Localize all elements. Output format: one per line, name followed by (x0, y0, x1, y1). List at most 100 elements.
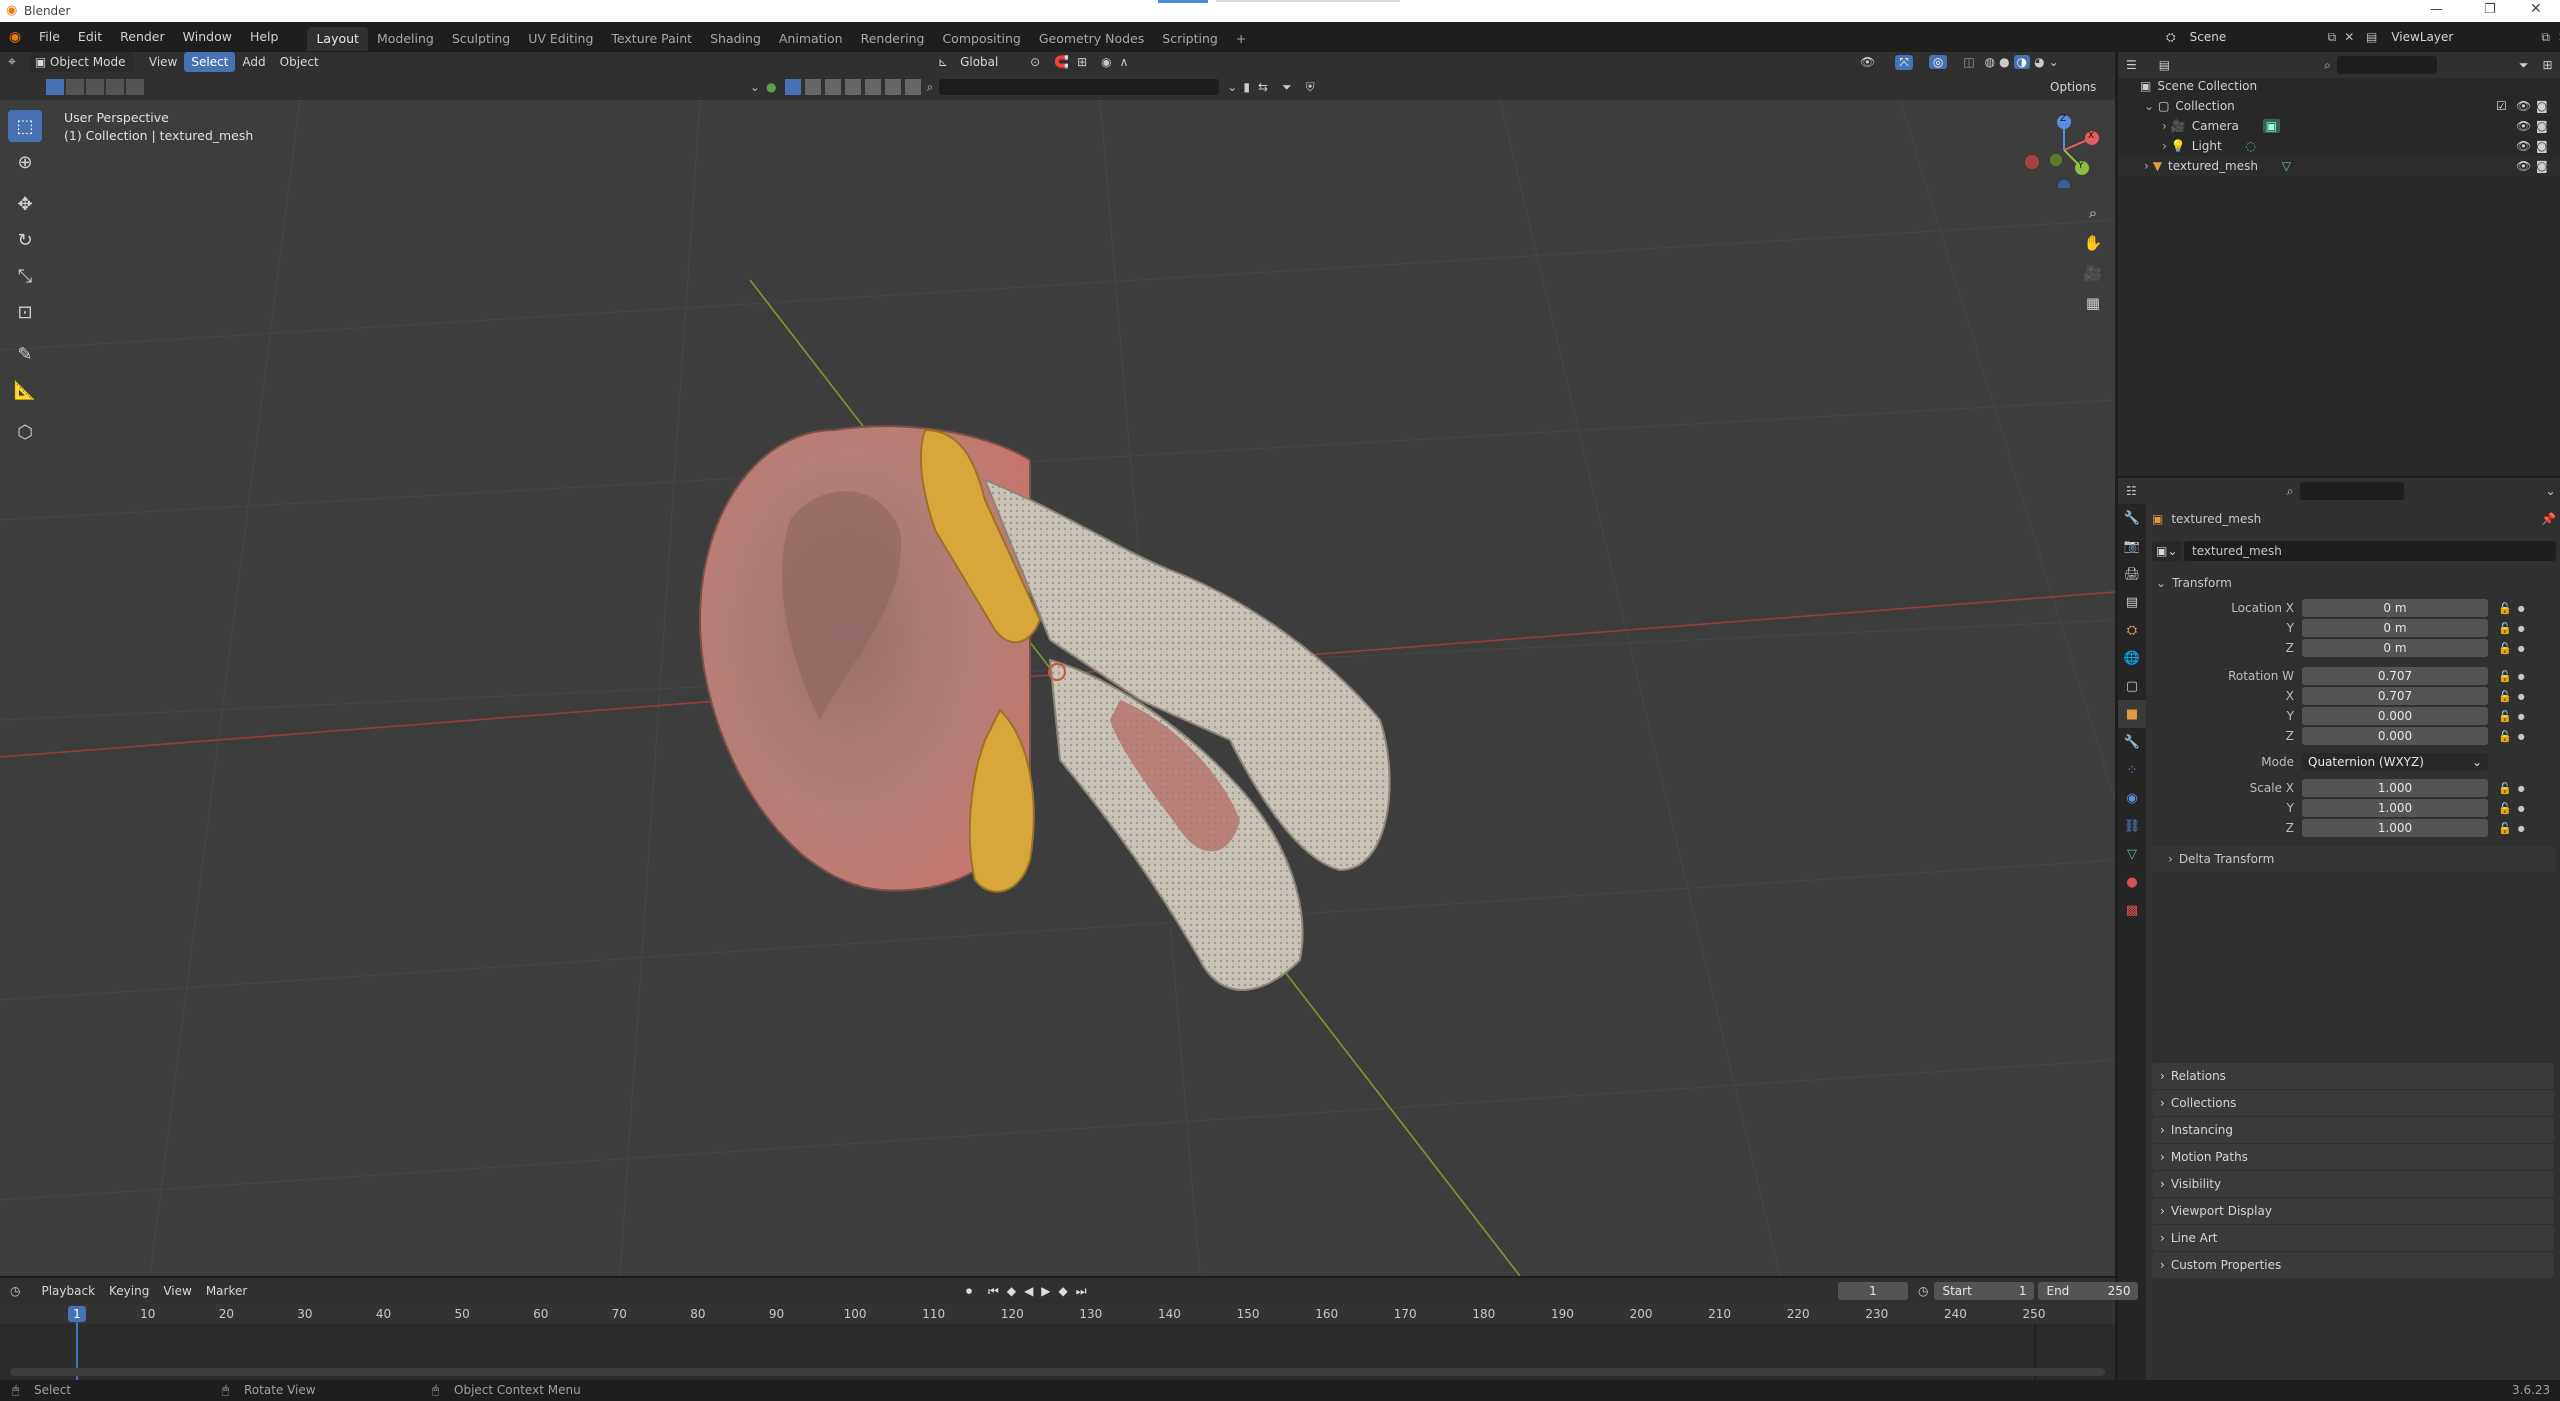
jump-start-icon[interactable]: ⏮ (988, 1284, 999, 1299)
panel-relations[interactable]: › Relations (2152, 1063, 2554, 1089)
shading-wireframe-icon[interactable]: ◍ (1985, 55, 1995, 69)
output-tab-icon[interactable]: 🖨 (2118, 560, 2146, 588)
outliner-editor-type-icon[interactable]: ☰ (2126, 58, 2137, 72)
lock-icon[interactable]: 🔓 (2498, 642, 2512, 655)
camera-data-icon[interactable]: ▣ (2262, 119, 2281, 133)
transform-icon[interactable]: ⊡ (8, 296, 42, 328)
location-z-field[interactable]: 0 m (2302, 639, 2488, 657)
rotation-y-field[interactable]: 0.000 (2302, 707, 2488, 725)
outliner-item-textured-mesh[interactable]: › ▼ textured_mesh ▽ 👁 ◙ (2118, 156, 2560, 176)
eye-icon[interactable]: 👁 (2516, 116, 2531, 136)
measure-icon[interactable]: 📐 (8, 374, 42, 406)
rotation-x-field[interactable]: 0.707 (2302, 687, 2488, 705)
outliner-item-light[interactable]: › 💡 Light ◌ 👁 ◙ (2118, 136, 2560, 156)
camera-render-icon[interactable]: ◙ (2536, 156, 2548, 176)
constraints-tab-icon[interactable]: ⛓ (2118, 812, 2146, 840)
end-frame-field[interactable]: End 250 (2038, 1282, 2139, 1300)
keyframe-dot-icon[interactable]: ● (2518, 824, 2525, 833)
object-tab-icon[interactable]: ■ (2118, 700, 2146, 728)
menu-timeline-view[interactable]: View (156, 1281, 198, 1301)
3d-viewport[interactable]: User Perspective (1) Collection | textur… (0, 100, 2115, 1276)
panel-custom-properties[interactable]: › Custom Properties (2152, 1252, 2554, 1278)
camera-render-icon[interactable]: ◙ (2536, 136, 2548, 156)
properties-editor-type-icon[interactable]: ☷ (2126, 484, 2137, 498)
data-tab-icon[interactable]: ▽ (2118, 840, 2146, 868)
gizmo-toggle-icon[interactable]: ⤧ (1895, 54, 1913, 70)
cursor-icon[interactable]: ⊕ (8, 146, 42, 178)
keyframe-dot-icon[interactable]: ● (2518, 784, 2525, 793)
restore-icon[interactable]: ❐ (2484, 2, 2496, 17)
location-x-field[interactable]: 0 m (2302, 599, 2488, 617)
expand-arrow-icon[interactable]: › (2144, 159, 2149, 173)
object-name-field[interactable]: textured_mesh (2184, 541, 2556, 561)
lock-icon[interactable]: 🔓 (2498, 822, 2512, 835)
object-type-text-icon[interactable] (864, 79, 881, 95)
select-invert-icon[interactable] (106, 79, 124, 95)
outliner-item-collection[interactable]: ⌄ ▢ Collection ☑ 👁 ◙ (2118, 96, 2560, 116)
timeline-scrollbar[interactable] (10, 1368, 2105, 1376)
view-layer-new-icon[interactable]: ⧉ (2541, 30, 2550, 45)
start-frame-field[interactable]: Start 1 (1934, 1282, 2035, 1300)
select-subtract-icon[interactable] (86, 79, 104, 95)
texture-tab-icon[interactable]: ▩ (2118, 896, 2146, 924)
lock-icon[interactable]: 🔓 (2498, 690, 2512, 703)
panel-line-art[interactable]: › Line Art (2152, 1225, 2554, 1251)
location-y-field[interactable]: 0 m (2302, 619, 2488, 637)
object-type-camera-icon[interactable] (904, 79, 921, 95)
lock-icon[interactable]: 🔓 (2498, 782, 2512, 795)
zoom-icon[interactable]: ⌕ (2080, 198, 2106, 228)
tab-compositing[interactable]: Compositing (933, 27, 1029, 51)
expand-arrow-icon[interactable]: › (2162, 139, 2167, 153)
object-type-mesh-icon[interactable] (784, 79, 801, 95)
lock-icon[interactable]: 🔓 (2498, 802, 2512, 815)
particles-tab-icon[interactable]: ⁘ (2118, 756, 2146, 784)
scale-z-field[interactable]: 1.000 (2302, 819, 2488, 837)
render-tab-icon[interactable]: 📷 (2118, 532, 2146, 560)
outliner-search-input[interactable] (2336, 56, 2437, 74)
timeline-ruler[interactable]: 1 10 20 30 40 50 60 70 80 90 100 110 120 130 140 150 160… (0, 1304, 2115, 1380)
rotation-w-field[interactable]: 0.707 (2302, 667, 2488, 685)
record-icon[interactable]: ⏺ (966, 1284, 972, 1299)
minimize-icon[interactable]: — (2430, 2, 2443, 17)
filter-icon[interactable]: ⏷ (1282, 80, 1292, 95)
view-layer-selector[interactable]: ViewLayer (2383, 27, 2534, 47)
menu-add[interactable]: Add (235, 52, 272, 72)
menu-window[interactable]: Window (174, 22, 241, 52)
pan-hand-icon[interactable]: ✋ (2080, 228, 2106, 258)
collapse-arrow-icon[interactable]: ⌄ (750, 80, 760, 94)
rotation-z-field[interactable]: 0.000 (2302, 727, 2488, 745)
tab-shading[interactable]: Shading (701, 27, 770, 51)
scene-new-icon[interactable]: ⧉ (2328, 30, 2337, 45)
select-new-icon[interactable] (46, 79, 64, 95)
keyframe-dot-icon[interactable]: ● (2518, 604, 2525, 613)
menu-file[interactable]: File (30, 22, 69, 52)
editor-type-icon[interactable]: ⌖ (8, 54, 16, 70)
proportional-falloff-icon[interactable]: ∧ (1120, 55, 1129, 69)
panel-motion-paths[interactable]: › Motion Paths (2152, 1144, 2554, 1170)
scene-remove-icon[interactable]: ✕ (2344, 30, 2354, 44)
add-workspace-button[interactable]: + (1227, 27, 1255, 51)
camera-render-icon[interactable]: ◙ (2536, 96, 2548, 116)
transform-panel-header[interactable]: Transform (2172, 576, 2232, 590)
view-layer-tab-icon[interactable]: ▤ (2118, 588, 2146, 616)
rotation-mode-dropdown[interactable]: Quaternion (WXYZ) ⌄ (2302, 753, 2488, 771)
lock-icon[interactable]: 🔓 (2498, 622, 2512, 635)
close-icon[interactable]: ✕ (2530, 1, 2542, 17)
outliner-filter-icon[interactable]: ⏷ (2519, 58, 2529, 73)
transform-expand-icon[interactable]: ⌄ (2156, 576, 2166, 590)
checkbox-icon[interactable]: ☑ (2496, 96, 2507, 116)
textured-mesh-ear[interactable] (698, 425, 1391, 991)
tool-tab-icon[interactable]: 🔧 (2118, 504, 2146, 532)
modifier-tab-icon[interactable]: 🔧 (2118, 728, 2146, 756)
menu-edit[interactable]: Edit (69, 22, 111, 52)
scale-x-field[interactable]: 1.000 (2302, 779, 2488, 797)
scale-y-field[interactable]: 1.000 (2302, 799, 2488, 817)
menu-keying[interactable]: Keying (102, 1281, 156, 1301)
keyframe-dot-icon[interactable]: ● (2518, 692, 2525, 701)
keyframe-dot-icon[interactable]: ● (2518, 624, 2525, 633)
object-type-meta-icon[interactable] (844, 79, 861, 95)
shading-options-icon[interactable]: ⌄ (2049, 55, 2059, 69)
timeline-editor-type-icon[interactable]: ◷ (10, 1284, 20, 1298)
camera-render-icon[interactable]: ◙ (2536, 116, 2548, 136)
mesh-data-icon[interactable]: ▽ (2282, 159, 2291, 173)
